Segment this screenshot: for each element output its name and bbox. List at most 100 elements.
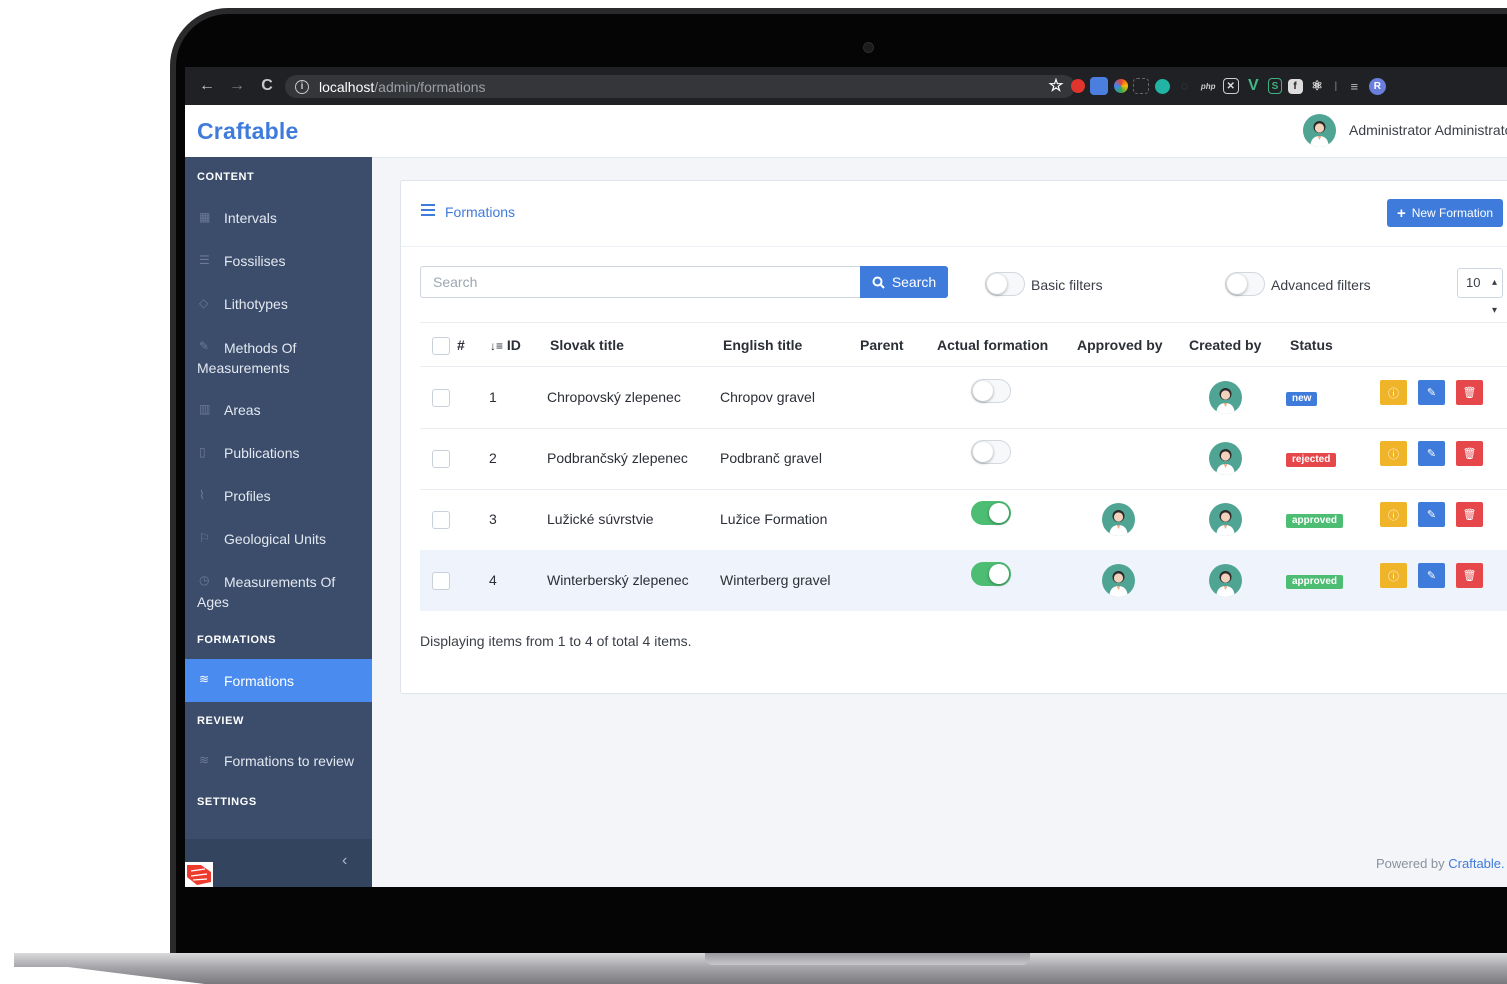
col-header-status[interactable]: Status xyxy=(1290,337,1333,353)
created-by-avatar[interactable] xyxy=(1209,442,1242,475)
actual-formation-toggle[interactable] xyxy=(971,379,1011,403)
address-bar[interactable]: i localhost/admin/formations xyxy=(285,75,1075,98)
bookmark-star-icon[interactable]: ☆ xyxy=(1047,76,1065,95)
reload-button[interactable]: C xyxy=(259,77,275,95)
edit-button[interactable]: ✎ xyxy=(1418,502,1445,527)
cell-id: 2 xyxy=(489,450,497,466)
col-header-actual-formation[interactable]: Actual formation xyxy=(937,337,1048,353)
row-checkbox[interactable] xyxy=(432,389,450,407)
edit-icon: ✎ xyxy=(1426,387,1437,399)
cell-slovak-title: Lužické súvrstvie xyxy=(547,511,654,527)
sidebar-section-formations: FORMATIONS xyxy=(197,634,277,646)
row-checkbox[interactable] xyxy=(432,450,450,468)
vue-devtools-icon[interactable]: V xyxy=(1244,77,1262,95)
new-formation-button[interactable]: + New Formation xyxy=(1387,199,1503,227)
user-name[interactable]: Administrator Administrator xyxy=(1349,122,1507,138)
profile-avatar[interactable]: R xyxy=(1368,77,1386,95)
sidebar-section-review: REVIEW xyxy=(197,715,244,727)
search-button[interactable]: Search xyxy=(860,266,948,298)
col-header-created-by[interactable]: Created by xyxy=(1189,337,1261,353)
sidebar-item-lithotypes[interactable]: ◇ Lithotypes xyxy=(185,286,372,322)
forward-button[interactable]: → xyxy=(229,77,245,95)
actual-formation-toggle[interactable] xyxy=(971,501,1011,525)
info-button[interactable]: ⓘ xyxy=(1380,441,1407,466)
sidebar-section-content: CONTENT xyxy=(197,171,255,183)
select-arrows-icon: ▴ ▾ xyxy=(1491,277,1497,316)
paperclip-icon: ⌇ xyxy=(199,488,205,502)
php-icon[interactable]: php xyxy=(1199,77,1217,95)
actual-formation-toggle[interactable] xyxy=(971,440,1011,464)
table-row[interactable]: 4 Winterberský zlepenec Winterberg gravel a… xyxy=(420,550,1507,611)
col-header-approved-by[interactable]: Approved by xyxy=(1077,337,1163,353)
delete-button[interactable]: 🗑 xyxy=(1456,380,1483,405)
sidebar-item-formations[interactable]: ≋ Formations xyxy=(185,659,372,702)
info-button[interactable]: ⓘ xyxy=(1380,502,1407,527)
sidebar-collapse-chevron-icon[interactable]: ‹ xyxy=(342,852,347,870)
col-header-id[interactable]: ↓≡ ID xyxy=(490,337,521,353)
react-devtools-icon[interactable]: ⚛ xyxy=(1308,77,1326,95)
sidebar-item-formations-to-review[interactable]: ≋ Formations to review xyxy=(185,743,372,779)
reading-list-icon[interactable]: ≡ xyxy=(1345,77,1363,95)
delete-button[interactable]: 🗑 xyxy=(1456,563,1483,588)
screenshot-icon[interactable] xyxy=(1133,78,1150,94)
extension-teal-icon[interactable] xyxy=(1154,78,1170,94)
sidebar-item-methods-of-measurements[interactable]: ✎ Methods Of Measurements xyxy=(185,329,372,377)
translate-icon[interactable] xyxy=(1090,77,1109,95)
advanced-filters-toggle[interactable] xyxy=(1225,272,1265,296)
powered-by-text: Powered by xyxy=(1376,856,1445,871)
extension-red-icon[interactable] xyxy=(1070,79,1085,93)
color-picker-icon[interactable] xyxy=(1113,79,1128,93)
delete-button[interactable]: 🗑 xyxy=(1456,441,1483,466)
flag-icon: ⚐ xyxy=(199,531,210,545)
back-button[interactable]: ← xyxy=(199,77,215,95)
cell-english-title: Podbranč gravel xyxy=(720,450,822,466)
row-checkbox[interactable] xyxy=(432,511,450,529)
brand-logo[interactable]: Craftable xyxy=(197,118,299,145)
created-by-avatar[interactable] xyxy=(1209,381,1242,414)
url-host: localhost xyxy=(319,78,375,95)
search-button-label: Search xyxy=(891,274,937,290)
info-button[interactable]: ⓘ xyxy=(1380,380,1407,405)
select-all-checkbox[interactable] xyxy=(432,337,450,355)
col-header-english-title[interactable]: English title xyxy=(723,337,802,353)
info-icon[interactable]: i xyxy=(295,79,309,94)
edit-icon: ✎ xyxy=(1426,570,1437,582)
delete-button[interactable]: 🗑 xyxy=(1456,502,1483,527)
user-avatar[interactable] xyxy=(1303,114,1336,147)
table-row[interactable]: 1 Chropovský zlepenec Chropov gravel new ⓘ ✎ 🗑 xyxy=(420,367,1507,428)
search-input[interactable]: Search xyxy=(420,266,860,298)
col-header-slovak-title[interactable]: Slovak title xyxy=(550,337,624,353)
trash-icon: 🗑 xyxy=(1462,509,1477,521)
created-by-avatar[interactable] xyxy=(1209,564,1242,597)
sidebar-item-label: Fossilises xyxy=(224,253,286,269)
row-checkbox[interactable] xyxy=(432,572,450,590)
edit-button[interactable]: ✎ xyxy=(1418,441,1445,466)
table-row[interactable]: 2 Podbrančský zlepenec Podbranč gravel reje… xyxy=(420,428,1507,489)
extension-gray-icon[interactable]: ◌ xyxy=(1176,77,1194,95)
created-by-avatar[interactable] xyxy=(1209,503,1242,536)
edit-button[interactable]: ✎ xyxy=(1418,380,1445,405)
powered-by-link[interactable]: Craftable. xyxy=(1448,856,1504,871)
sidebar-item-measurements-of-ages[interactable]: ◷ Measurements Of Ages xyxy=(185,563,372,611)
approved-by-avatar[interactable] xyxy=(1102,503,1135,536)
sidebar-item-intervals[interactable]: ▦ Intervals xyxy=(185,200,372,236)
approved-by-avatar[interactable] xyxy=(1102,564,1135,597)
per-page-value: 10 xyxy=(1466,275,1481,290)
edit-button[interactable]: ✎ xyxy=(1418,563,1445,588)
sidebar-item-fossilises[interactable]: ☰ Fossilises xyxy=(185,243,372,279)
sidebar-item-publications[interactable]: ▯ Publications xyxy=(185,435,372,471)
screen: ← → C i localhost/admin/formations ☆ ◌ p… xyxy=(185,67,1507,887)
extension-s-icon[interactable]: S xyxy=(1267,78,1282,94)
status-badge: new xyxy=(1286,392,1318,406)
basic-filters-toggle[interactable] xyxy=(985,272,1025,296)
sidebar-item-profiles[interactable]: ⌇ Profiles xyxy=(185,478,372,514)
sidebar-item-areas[interactable]: ▥ Areas xyxy=(185,392,372,428)
actual-formation-toggle[interactable] xyxy=(971,562,1011,586)
col-header-parent[interactable]: Parent xyxy=(860,337,904,353)
sidebar-item-geological-units[interactable]: ⚐ Geological Units xyxy=(185,521,372,557)
info-button[interactable]: ⓘ xyxy=(1380,563,1407,588)
table-row[interactable]: 3 Lužické súvrstvie Lužice Formation approv… xyxy=(420,489,1507,550)
per-page-select[interactable]: 10 ▴ ▾ xyxy=(1457,268,1503,316)
extension-x-icon[interactable]: ✕ xyxy=(1222,78,1239,94)
facebook-icon[interactable]: f xyxy=(1287,78,1303,94)
